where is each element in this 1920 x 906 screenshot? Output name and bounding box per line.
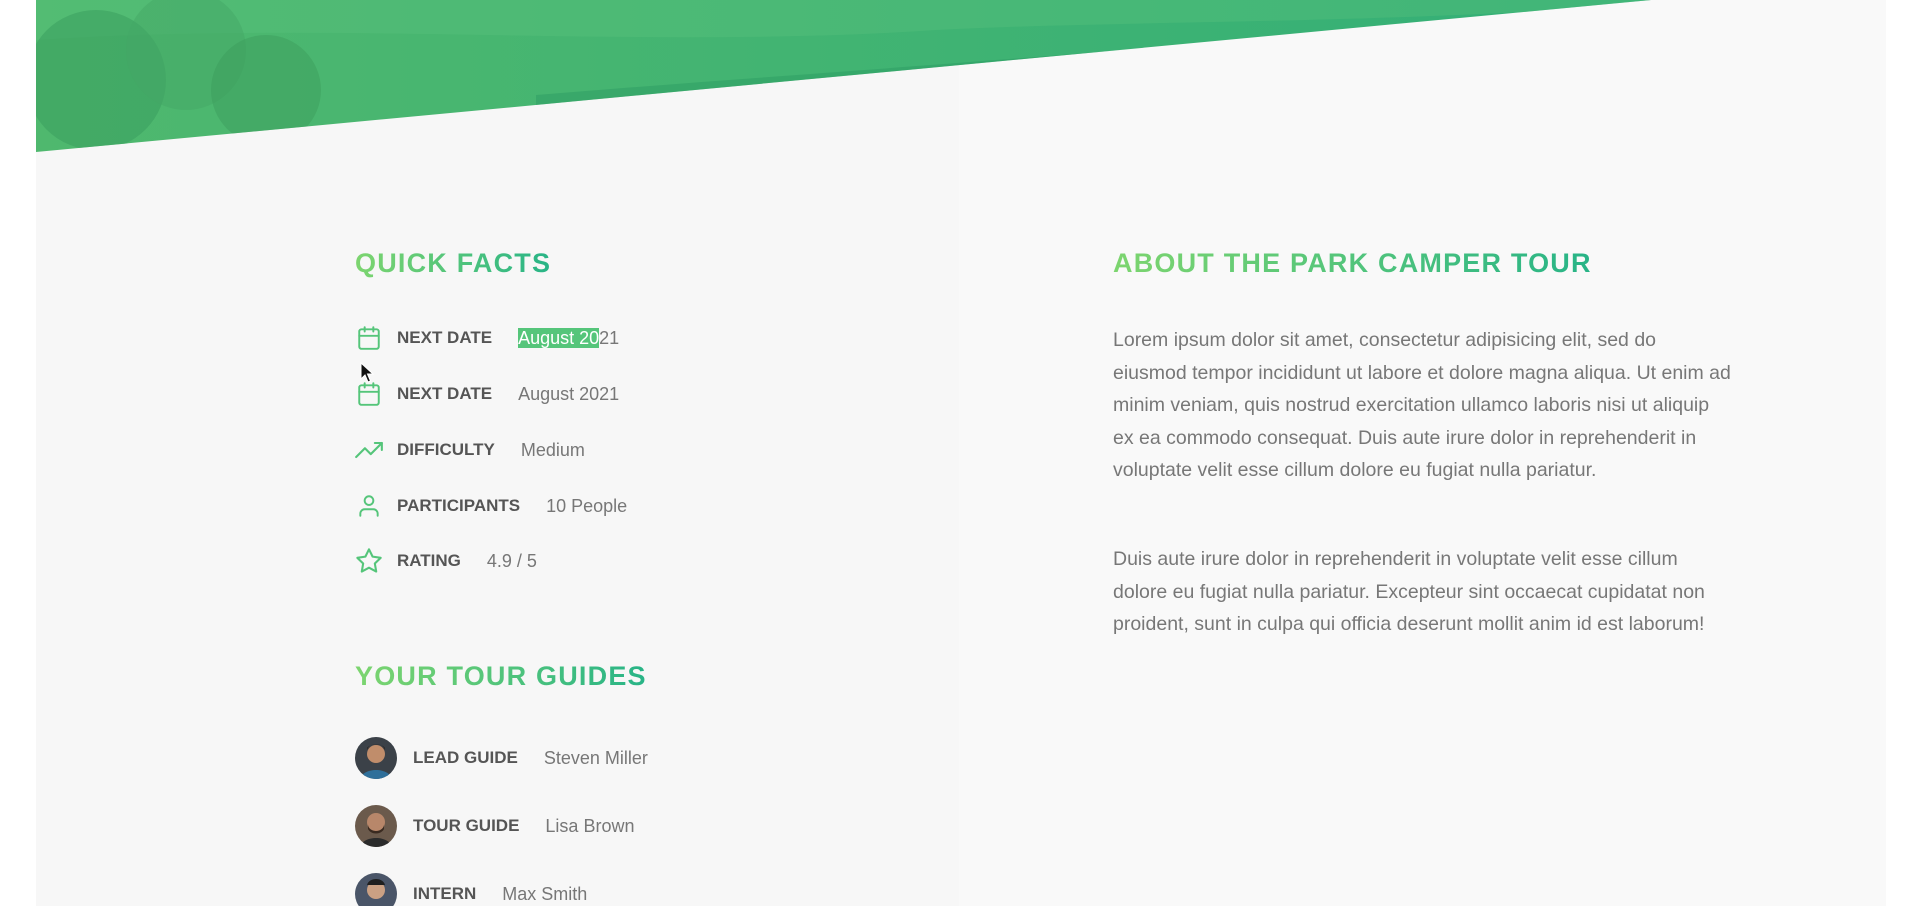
avatar [355,805,397,847]
about-heading: About the park camper tour [1113,248,1592,278]
avatar [355,737,397,779]
fact-label: Rating [397,551,461,570]
fact-rating: Rating 4.9 / 5 [355,546,537,576]
fact-value: 4.9 / 5 [486,550,537,571]
fact-label: Next date [397,384,493,403]
user-icon [355,492,383,520]
fact-value: Medium [520,439,585,460]
fact-next-date: Next date August 2021 [355,323,619,353]
fact-value: 10 People [546,495,628,516]
tour-page: Quick facts Next date August 2021 Next d… [36,0,1886,906]
tour-guides-heading: Your tour guides [355,661,647,691]
guide-lead: Lead guide Steven Miller [355,736,648,780]
fact-value: August 2021 [518,383,620,404]
guide-intern: Intern Max Smith [355,872,587,906]
mouse-cursor-icon [360,361,375,389]
fact-label: Next date [397,328,493,347]
selected-text: August 20 [518,327,600,348]
quick-facts-heading: Quick facts [355,248,552,278]
hero-image [36,0,1886,152]
calendar-icon [355,324,383,352]
guide-role: Lead guide [413,748,518,767]
about-paragraph: Lorem ipsum dolor sit amet, consectetur … [1113,329,1731,481]
fact-next-date: Next date August 2021 [355,379,619,409]
about-paragraph: Duis aute irure dolor in reprehenderit i… [1113,548,1705,635]
fact-difficulty: Difficulty Medium [355,435,585,465]
guide-name: Lisa Brown [545,815,635,836]
fact-label: Participants [397,496,521,515]
guide-tour: Tour guide Lisa Brown [355,804,634,848]
fact-value-rest: 21 [599,327,620,348]
avatar [355,873,397,906]
guide-name: Max Smith [502,883,588,904]
fact-label: Difficulty [397,440,495,459]
guide-name: Steven Miller [543,747,648,768]
fact-participants: Participants 10 People [355,491,627,521]
trending-up-icon [355,436,383,464]
fact-value[interactable]: August 2021 [518,327,620,349]
guide-role: Tour guide [413,816,520,835]
star-icon [355,547,383,575]
guide-role: Intern [413,884,477,903]
